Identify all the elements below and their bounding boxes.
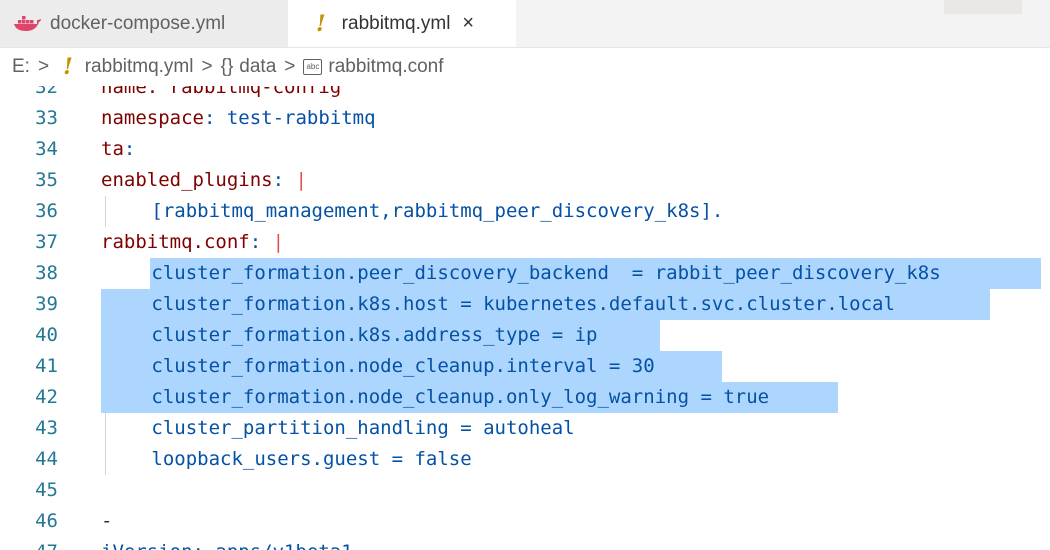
- indent-guide: [105, 196, 106, 227]
- code-line[interactable]: 40 cluster_formation.k8s.address_type = i…: [0, 320, 1050, 351]
- line-number: 43: [35, 417, 58, 439]
- tab-rabbitmq[interactable]: ! rabbitmq.yml ×: [288, 0, 516, 47]
- close-icon[interactable]: ×: [462, 12, 474, 35]
- code-line[interactable]: 35 enabled_plugins: |: [0, 165, 1050, 196]
- code-text: cluster_partition_handling = autoheal: [151, 417, 575, 439]
- code-line[interactable]: 42 cluster_formation.node_cleanup.only_lo…: [0, 382, 1050, 413]
- code-text: name: rabbitmq-config: [101, 86, 342, 98]
- code-line[interactable]: 45: [0, 475, 1050, 506]
- tab-label: docker-compose.yml: [50, 12, 226, 34]
- yaml-key: enabled_plugins: [101, 169, 273, 191]
- code-line[interactable]: 32 name: rabbitmq-config: [0, 86, 1050, 103]
- code-line[interactable]: 46 -: [0, 506, 1050, 537]
- code-line[interactable]: 39 cluster_formation.k8s.host = kubernete…: [0, 289, 1050, 320]
- line-number: 47: [0, 537, 58, 550]
- yaml-block-indicator: |: [272, 231, 285, 253]
- line-number: 33: [35, 107, 58, 129]
- tab-docker-compose[interactable]: docker-compose.yml: [0, 0, 288, 47]
- code-text: cluster_formation.node_cleanup.interval …: [151, 355, 655, 377]
- code-text: ta:: [101, 138, 147, 160]
- line-number: 38: [35, 262, 58, 284]
- code-text: cluster_formation.k8s.host = kubernetes.…: [151, 293, 895, 315]
- yaml-key: ta: [101, 138, 124, 160]
- string-abc-icon: abc: [303, 59, 323, 75]
- chevron-right-icon: >: [37, 56, 50, 77]
- line-number: 46: [35, 510, 58, 532]
- code-editor[interactable]: 32 name: rabbitmq-config 33 namespace: test…: [0, 86, 1050, 550]
- code-text: rabbitmq.conf: |: [101, 231, 285, 253]
- code-line[interactable]: 41 cluster_formation.node_cleanup.interva…: [0, 351, 1050, 382]
- yaml-key: rabbitmq.conf: [101, 231, 250, 253]
- chevron-right-icon: >: [284, 56, 296, 77]
- breadcrumb-file[interactable]: rabbitmq.yml: [85, 56, 194, 78]
- code-text: namespace: test-rabbitmq: [101, 107, 376, 129]
- code-line[interactable]: 36 [rabbitmq_management,rabbitmq_peer_dis…: [0, 196, 1050, 227]
- yaml-exclamation-icon: !: [316, 10, 326, 37]
- line-number: 41: [35, 355, 58, 377]
- code-line[interactable]: 43 cluster_partition_handling = autoheal: [0, 413, 1050, 444]
- line-number: 36: [35, 200, 58, 222]
- code-line[interactable]: 44 loopback_users.guest = false: [0, 444, 1050, 475]
- code-text: cluster_formation.k8s.address_type = ip: [151, 324, 598, 346]
- line-number: 40: [35, 324, 58, 346]
- code-text: enabled_plugins: |: [101, 169, 307, 191]
- code-text: [rabbitmq_management,rabbitmq_peer_disco…: [151, 200, 724, 222]
- tab-bar-action-area: [944, 0, 1022, 14]
- yaml-exclamation-icon: !: [63, 54, 73, 80]
- indent-guide: [105, 444, 106, 475]
- code-line[interactable]: 33 namespace: test-rabbitmq: [0, 103, 1050, 134]
- code-text: cluster_formation.peer_discovery_backend…: [151, 262, 941, 284]
- line-number: 34: [35, 138, 58, 160]
- code-text: iVersion: apps/v1beta1: [101, 537, 353, 550]
- line-number: 42: [35, 386, 58, 408]
- code-line[interactable]: 47 iVersion: apps/v1beta1: [0, 537, 1050, 550]
- code-line[interactable]: 34 ta:: [0, 134, 1050, 165]
- line-number: 32: [35, 86, 58, 98]
- breadcrumb-drive[interactable]: E:: [12, 56, 30, 78]
- yaml-key: namespace: [101, 107, 204, 129]
- line-number: 37: [35, 231, 58, 253]
- line-number: 44: [35, 448, 58, 470]
- tab-bar: docker-compose.yml ! rabbitmq.yml ×: [0, 0, 1050, 48]
- chevron-right-icon: >: [201, 56, 213, 77]
- code-line[interactable]: 37 rabbitmq.conf: |: [0, 227, 1050, 258]
- code-text: loopback_users.guest = false: [151, 448, 472, 470]
- braces-icon: {}: [220, 56, 234, 77]
- breadcrumb-leaf[interactable]: rabbitmq.conf: [328, 56, 443, 78]
- indent-guide: [105, 413, 106, 444]
- code-line[interactable]: 38 cluster_formation.peer_discovery_backe…: [0, 258, 1050, 289]
- tab-label: rabbitmq.yml: [341, 12, 451, 34]
- yaml-value: test-rabbitmq: [226, 107, 376, 129]
- breadcrumb: E: > ! rabbitmq.yml > {} data > abc rabb…: [0, 48, 1050, 86]
- line-number: 35: [35, 169, 58, 191]
- breadcrumb-node[interactable]: data: [239, 56, 276, 78]
- line-number: 45: [35, 479, 58, 501]
- code-text: cluster_formation.node_cleanup.only_log_…: [151, 386, 770, 408]
- line-number: 39: [35, 293, 58, 315]
- yaml-block-indicator: |: [295, 169, 307, 191]
- docker-whale-icon: [14, 15, 41, 31]
- code-text: -: [101, 510, 113, 532]
